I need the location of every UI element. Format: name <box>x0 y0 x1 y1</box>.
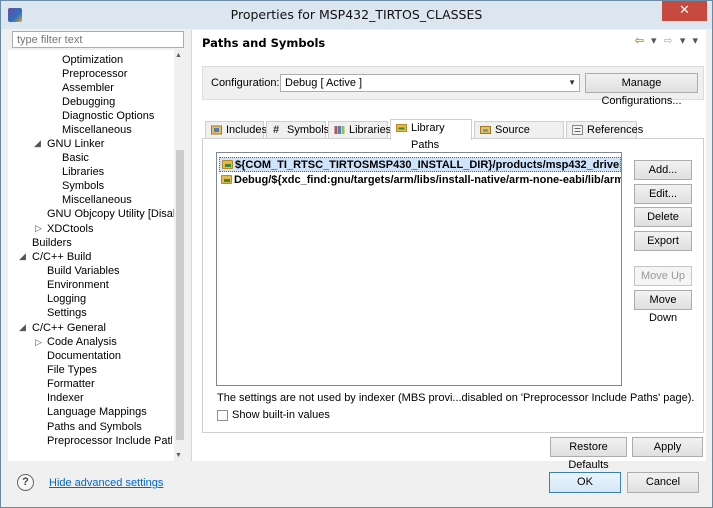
tree-item-assembler[interactable]: Assembler <box>62 81 114 95</box>
tree-item-symbols[interactable]: Symbols <box>62 179 104 193</box>
manage-configurations-button[interactable]: Manage Configurations... <box>585 73 698 107</box>
tree-item-language-mappings[interactable]: Language Mappings <box>47 405 147 419</box>
tree-item-documentation[interactable]: Documentation <box>47 349 121 363</box>
ok-button[interactable]: OK <box>549 472 621 493</box>
collapse-arrow-icon[interactable]: ◢ <box>19 323 28 332</box>
folder-icon <box>396 124 407 132</box>
tab-label: Symbols <box>287 124 330 136</box>
tab-label: Includes <box>226 124 267 136</box>
references-icon <box>572 125 583 135</box>
tree-item-miscellaneous[interactable]: Miscellaneous <box>62 123 132 137</box>
includes-icon <box>211 125 222 135</box>
configuration-select[interactable]: Debug [ Active ] ▼ <box>280 74 580 92</box>
tab-source-location[interactable]: Source Location <box>474 121 564 153</box>
configuration-label: Configuration: <box>211 77 280 89</box>
page-title: Paths and Symbols <box>202 36 326 50</box>
tree-item-build-variables[interactable]: Build Variables <box>47 264 120 278</box>
tree-item-preprocessor-include-paths[interactable]: Preprocessor Include Paths, M <box>47 434 172 448</box>
list-item[interactable]: Debug/${xdc_find:gnu/targets/arm/libs/in… <box>219 173 621 188</box>
tree-item-cpp-build[interactable]: C/C++ Build <box>32 250 91 264</box>
page-navigation: ⇦ ▾ ⇨ ▾ ▾ <box>631 34 698 47</box>
tree-item-diagnostic-options[interactable]: Diagnostic Options <box>62 109 154 123</box>
tree-item-debugging[interactable]: Debugging <box>62 95 115 109</box>
tree-item-preprocessor[interactable]: Preprocessor <box>62 67 127 81</box>
hash-icon: # <box>273 124 280 136</box>
path-text: ${COM_TI_RTSC_TIRTOSMSP430_INSTALL_DIR}/… <box>235 159 621 171</box>
configuration-value: Debug [ Active ] <box>285 77 363 89</box>
restore-defaults-button[interactable]: Restore Defaults <box>550 437 627 471</box>
show-builtin-checkbox[interactable] <box>217 410 228 421</box>
apply-button[interactable]: Apply <box>632 437 703 457</box>
tab-symbols[interactable]: # Symbols <box>266 121 330 139</box>
close-button[interactable]: ✕ <box>662 1 707 21</box>
window-title: Properties for MSP432_TIRTOS_CLASSES <box>230 7 483 22</box>
show-builtin-label: Show built-in values <box>232 409 330 421</box>
tree-item-basic[interactable]: Basic <box>62 151 89 165</box>
tab-includes[interactable]: Includes <box>205 121 267 139</box>
folder-icon <box>222 160 233 169</box>
library-paths-list[interactable]: ${COM_TI_RTSC_TIRTOSMSP430_INSTALL_DIR}/… <box>216 152 622 386</box>
tabs-container: Includes # Symbols Libraries Library Pat… <box>202 119 704 433</box>
move-up-button[interactable]: Move Up <box>634 266 692 286</box>
tree-item-code-analysis[interactable]: Code Analysis <box>47 335 117 349</box>
delete-button[interactable]: Delete <box>634 207 692 227</box>
filter-input[interactable] <box>12 31 184 48</box>
folder-icon <box>221 175 232 184</box>
tab-libraries[interactable]: Libraries <box>328 121 392 139</box>
expand-arrow-icon[interactable]: ▷ <box>35 338 44 347</box>
tree-item-settings[interactable]: Settings <box>47 306 87 320</box>
tree-item-optimization[interactable]: Optimization <box>62 53 123 67</box>
collapse-arrow-icon[interactable]: ◢ <box>34 139 43 148</box>
right-panel: Paths and Symbols ⇦ ▾ ⇨ ▾ ▾ Configuratio… <box>191 30 706 471</box>
tab-references[interactable]: References <box>566 121 643 139</box>
tree-item-formatter[interactable]: Formatter <box>47 377 95 391</box>
tab-label: References <box>587 124 644 136</box>
scrollbar-thumb[interactable] <box>176 150 184 440</box>
library-paths-panel: ${COM_TI_RTSC_TIRTOSMSP430_INSTALL_DIR}/… <box>202 138 704 433</box>
collapse-arrow-icon[interactable]: ◢ <box>19 252 28 261</box>
path-text: Debug/${xdc_find:gnu/targets/arm/libs/in… <box>234 174 621 186</box>
configuration-bar: Configuration: Debug [ Active ] ▼ Manage… <box>202 66 704 107</box>
back-arrow-icon[interactable]: ⇦ <box>635 34 644 47</box>
properties-dialog: Properties for MSP432_TIRTOS_CLASSES ✕ O… <box>0 0 713 508</box>
tree-scrollbar[interactable]: ▲ ▼ <box>174 50 186 461</box>
forward-arrow-icon[interactable]: ⇨ <box>664 34 673 47</box>
tree-item-logging[interactable]: Logging <box>47 292 86 306</box>
tree-item-libraries[interactable]: Libraries <box>62 165 104 179</box>
edit-button[interactable]: Edit... <box>634 184 692 204</box>
tab-label: Libraries <box>349 124 392 136</box>
libraries-icon <box>334 126 345 134</box>
tree-item-paths-and-symbols[interactable]: Paths and Symbols <box>47 420 142 434</box>
title-bar[interactable]: Properties for MSP432_TIRTOS_CLASSES ✕ <box>1 1 712 29</box>
tree-item-builders[interactable]: Builders <box>32 236 72 250</box>
left-panel: Optimization Preprocessor Assembler Debu… <box>8 30 186 461</box>
tree-item-file-types[interactable]: File Types <box>47 363 97 377</box>
tree-item-xdctools[interactable]: XDCtools <box>47 222 93 236</box>
list-item[interactable]: ${COM_TI_RTSC_TIRTOSMSP430_INSTALL_DIR}/… <box>219 157 621 172</box>
scroll-up-icon[interactable]: ▲ <box>175 52 182 59</box>
hide-advanced-settings-link[interactable]: Hide advanced settings <box>49 477 163 489</box>
help-icon[interactable]: ? <box>17 474 34 491</box>
chevron-down-icon: ▼ <box>568 78 576 87</box>
cancel-button[interactable]: Cancel <box>627 472 699 493</box>
expand-arrow-icon[interactable]: ▷ <box>35 224 44 233</box>
tree-item-gnu-objcopy[interactable]: GNU Objcopy Utility [Disable <box>47 207 186 221</box>
tree-item-environment[interactable]: Environment <box>47 278 109 292</box>
tree-item-indexer[interactable]: Indexer <box>47 391 84 405</box>
add-button[interactable]: Add... <box>634 160 692 180</box>
back-menu-icon[interactable]: ▾ <box>651 34 657 47</box>
preference-tree: Optimization Preprocessor Assembler Debu… <box>8 50 186 461</box>
source-folder-icon <box>480 126 491 134</box>
indexer-note: The settings are not used by indexer (MB… <box>217 392 695 404</box>
forward-menu-icon[interactable]: ▾ <box>680 34 686 47</box>
tab-library-paths[interactable]: Library Paths <box>390 119 472 151</box>
tree-item-gnu-linker[interactable]: GNU Linker <box>47 137 104 151</box>
tree-item-cpp-general[interactable]: C/C++ General <box>32 321 106 335</box>
move-down-button[interactable]: Move Down <box>634 290 692 324</box>
tree-item-miscellaneous-linker[interactable]: Miscellaneous <box>62 193 132 207</box>
scroll-down-icon[interactable]: ▼ <box>175 452 182 459</box>
view-menu-icon[interactable]: ▾ <box>692 34 698 47</box>
export-button[interactable]: Export <box>634 231 692 251</box>
